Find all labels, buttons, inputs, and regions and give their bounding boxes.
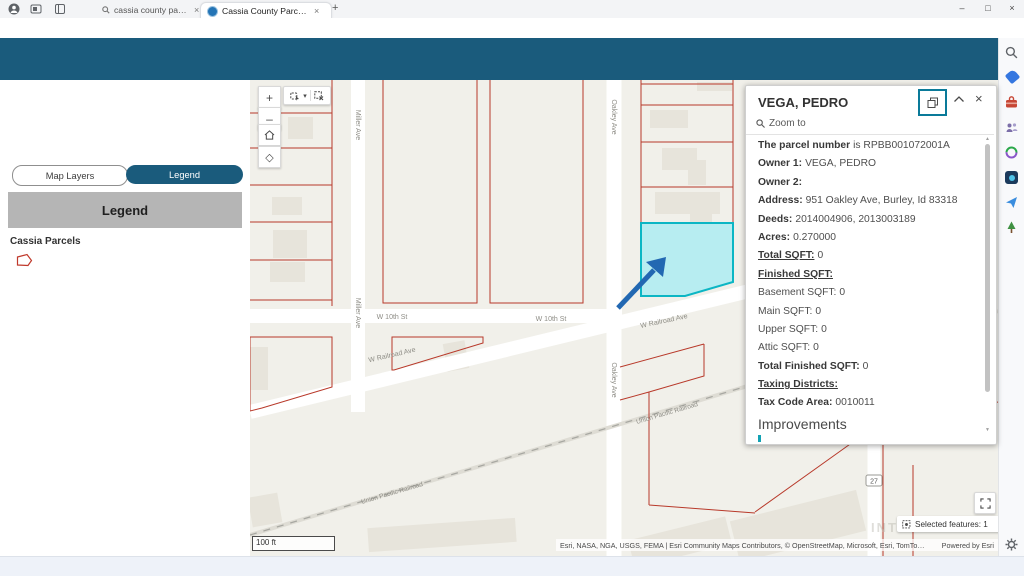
edge-sidebar: + — [998, 38, 1024, 556]
sidebar-settings-gear-icon[interactable] — [1005, 538, 1019, 552]
field-upper-sqft: Upper SQFT: 0 — [758, 323, 827, 335]
tab-title: Cassia County Parcel Map — [222, 6, 308, 16]
browser-tab-search[interactable]: cassia county parcel map - Sear... × — [96, 2, 208, 18]
window-minimize-button[interactable]: – — [950, 0, 974, 17]
legend-header: Legend — [8, 192, 242, 228]
popup-close-button[interactable]: × — [975, 91, 983, 106]
field-owner1: Owner 1: VEGA, PEDRO — [758, 158, 877, 170]
svg-text:27: 27 — [870, 479, 878, 486]
selection-count-icon — [902, 519, 911, 528]
field-total-finished-sqft: Total Finished SQFT: 0 — [758, 360, 869, 372]
field-total-sqft: Total SQFT: 0 — [758, 250, 824, 262]
highway-shield-27: 27 — [865, 474, 883, 487]
window-close-button[interactable]: × — [1000, 0, 1024, 17]
locate-button[interactable]: ◇ — [258, 146, 281, 168]
app-header: Cassia County Parcels Find by address Fi… — [0, 38, 1024, 113]
sidebar-outlook-icon[interactable] — [1005, 171, 1018, 184]
street-label-miller-2: Miller Ave — [354, 298, 361, 328]
search-favicon-icon — [102, 6, 110, 14]
window-maximize-button[interactable]: □ — [976, 0, 1000, 17]
field-finished-sqft: Finished SQFT: — [758, 268, 833, 280]
street-label-w10th-2: W 10th St — [536, 316, 567, 323]
field-deeds: Deeds: 2014004906, 2013003189 — [758, 213, 916, 225]
feature-popup: VEGA, PEDRO × Zoom to The parcel number i… — [745, 85, 997, 445]
zoom-to-link[interactable]: Zoom to — [756, 118, 806, 129]
select-tool-icon[interactable] — [290, 91, 300, 101]
workspaces-icon[interactable] — [30, 3, 42, 15]
sidebar-people-icon[interactable] — [1005, 121, 1019, 135]
clipped-content-mark — [758, 435, 761, 442]
tab-close-icon[interactable]: × — [314, 6, 319, 16]
field-tax-code-area: Tax Code Area: 0010011 — [758, 397, 875, 409]
scroll-up-icon[interactable]: ▲ — [985, 136, 990, 142]
scale-bar: 100 ft — [252, 536, 335, 551]
attribution-bar: Esri, NASA, NGA, USGS, FEMA | Esri Commu… — [556, 539, 998, 551]
toolbar-divider — [309, 90, 311, 101]
layer-name: Cassia Parcels — [10, 236, 81, 247]
dock-icon — [927, 97, 938, 108]
collapse-button[interactable] — [953, 95, 965, 103]
popup-title: VEGA, PEDRO — [758, 95, 849, 110]
powered-by-esri: Powered by Esri — [941, 540, 994, 550]
sidebar-send-icon[interactable] — [1005, 196, 1019, 210]
sidebar-shopping-icon[interactable] — [1004, 68, 1021, 85]
field-address: Address: 951 Oakley Ave, Burley, Id 83318 — [758, 195, 958, 207]
selected-parcel[interactable] — [640, 222, 734, 297]
street-label-oakley-1: Oakley Ave — [610, 99, 617, 134]
profile-avatar-icon[interactable] — [8, 3, 20, 15]
attribution-text: Esri, NASA, NGA, USGS, FEMA | Esri Commu… — [560, 540, 930, 550]
selected-features-badge[interactable]: Selected features: 1 — [897, 516, 1013, 532]
browser-tab-bar: cassia county parcel map - Sear... × Cas… — [0, 0, 1024, 19]
home-button[interactable] — [258, 124, 281, 146]
scroll-down-icon[interactable]: ▼ — [985, 427, 990, 433]
field-acres: Acres: 0.270000 — [758, 231, 837, 243]
popup-scrollbar[interactable] — [985, 144, 990, 392]
selected-features-text: Selected features: 1 — [915, 519, 988, 529]
sidebar-designer-icon[interactable] — [1005, 146, 1019, 160]
popup-divider — [746, 134, 994, 135]
street-label-miller-1: Miller Ave — [354, 110, 361, 140]
tab-map-layers[interactable]: Map Layers — [12, 165, 128, 186]
field-owner2: Owner 2: — [758, 176, 803, 188]
tab-close-icon[interactable]: × — [194, 5, 199, 15]
sidebar-search-icon[interactable] — [1005, 46, 1019, 60]
zoom-to-icon — [756, 119, 765, 128]
browser-address-bar: ← ↻ https://experience.arcgis.com/experi… — [0, 18, 1024, 54]
parcel-symbol-icon — [16, 253, 33, 267]
improvements-heading: Improvements — [758, 415, 847, 432]
tab-actions-icon[interactable] — [54, 3, 66, 15]
clear-selection-icon[interactable] — [314, 90, 324, 101]
arcgis-favicon-icon — [207, 5, 218, 17]
street-label-w10th-1: W 10th St — [377, 314, 408, 321]
sidebar-tree-icon[interactable] — [1005, 221, 1019, 235]
chevron-up-icon — [954, 96, 964, 102]
windows-taskbar: Search ∧ 11:09 AM 5/25/2024 — [0, 556, 1024, 576]
popup-fields: The parcel number is RPBB001072001A Owner… — [758, 140, 980, 432]
select-dropdown-icon[interactable]: ▾ — [303, 92, 307, 100]
new-tab-button[interactable]: + — [332, 2, 338, 14]
screen: cassia county parcel map - Sear... × Cas… — [0, 0, 1024, 576]
tab-title: cassia county parcel map - Sear... — [114, 5, 188, 15]
dock-button[interactable] — [918, 89, 947, 116]
field-main-sqft: Main SQFT: 0 — [758, 305, 822, 317]
field-taxing-districts: Taxing Districts: — [758, 379, 838, 391]
street-label-oakley-2: Oakley Ave — [610, 362, 617, 397]
fullscreen-icon — [979, 497, 991, 509]
zoom-in-button[interactable]: + — [258, 86, 281, 109]
legend-panel: Map Layers Legend Legend Cassia Parcels — [0, 80, 251, 556]
sidebar-toolbox-icon[interactable] — [1005, 96, 1019, 110]
browser-tab-map[interactable]: Cassia County Parcel Map × — [200, 2, 332, 19]
selection-toolbar: ▾ — [283, 86, 331, 105]
tab-legend[interactable]: Legend — [126, 165, 243, 184]
fullscreen-button[interactable] — [974, 492, 996, 514]
field-attic-sqft: Attic SQFT: 0 — [758, 342, 819, 354]
zoom-to-label: Zoom to — [769, 118, 806, 129]
field-basement-sqft: Basement SQFT: 0 — [758, 287, 846, 299]
field-parcel-number: The parcel number is RPBB001072001A — [758, 140, 950, 151]
home-icon — [264, 130, 275, 140]
